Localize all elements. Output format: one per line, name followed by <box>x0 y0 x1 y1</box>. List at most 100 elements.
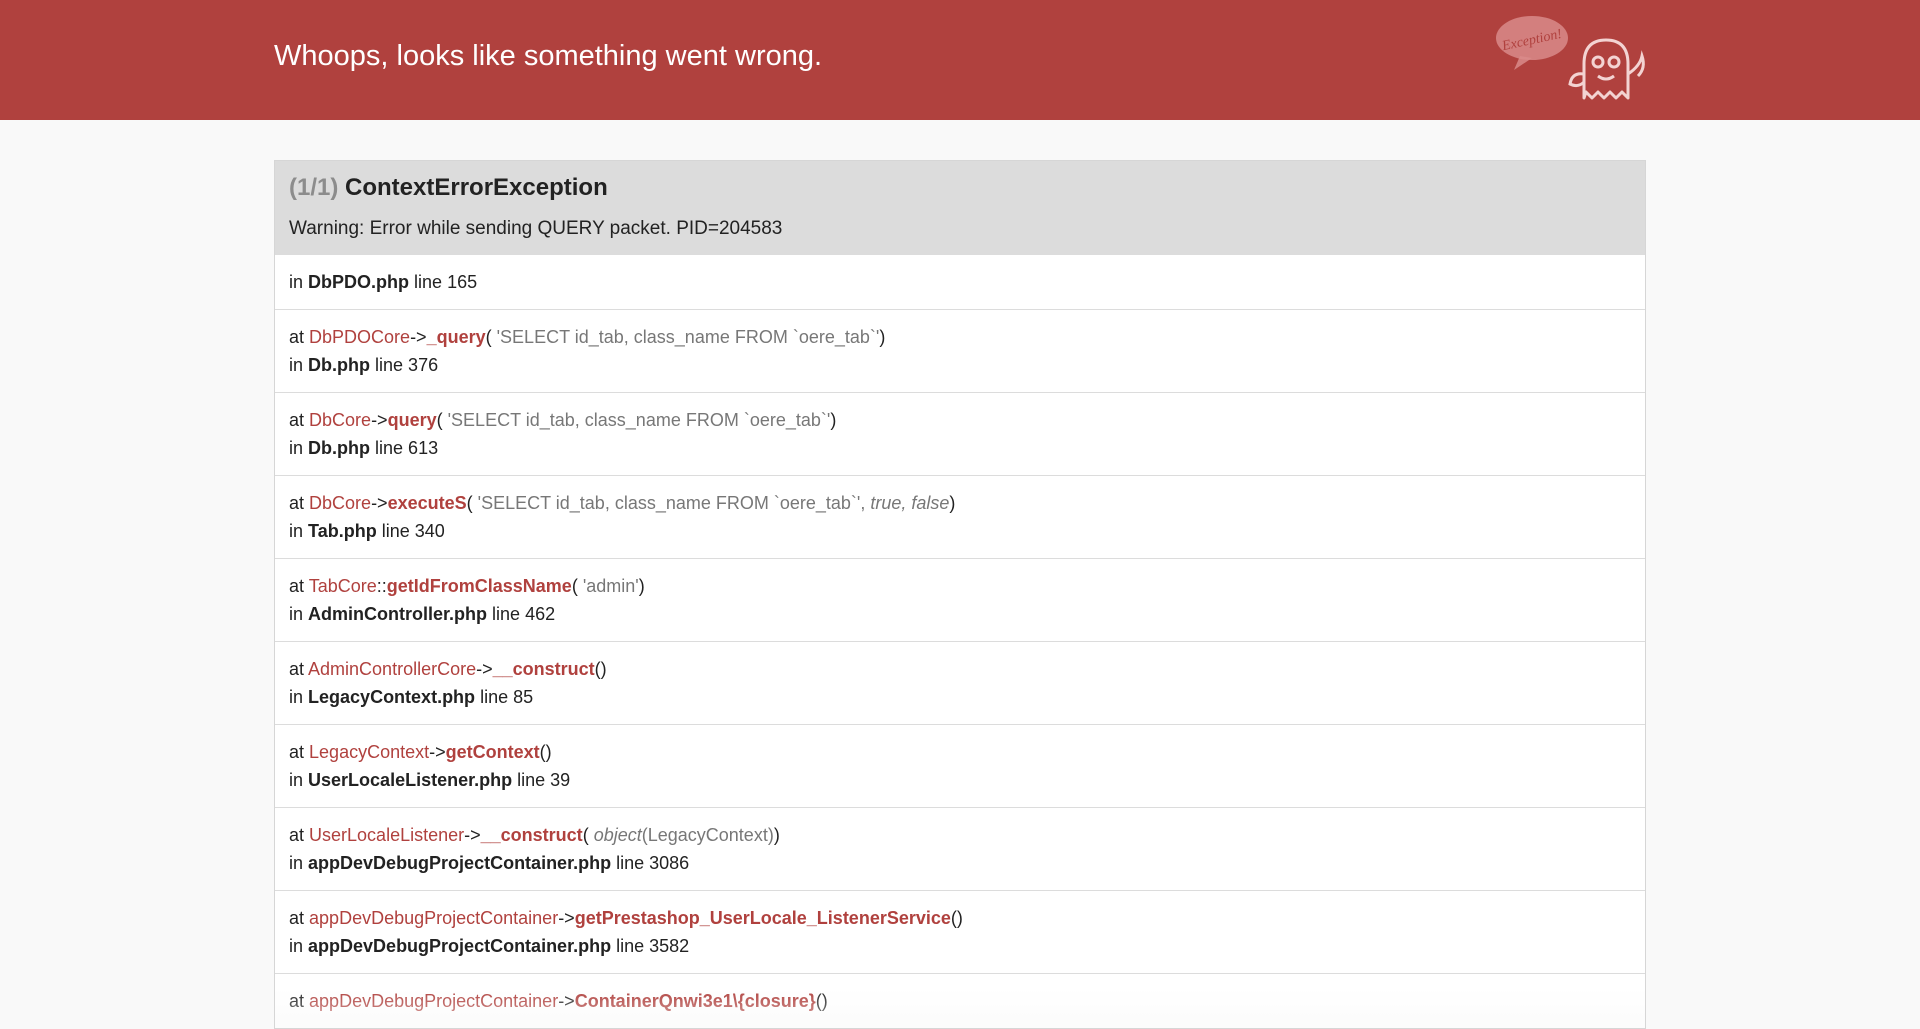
trace-separator: :: <box>376 576 387 596</box>
trace-close-paren: ) <box>956 908 963 928</box>
exception-message: Warning: Error while sending QUERY packe… <box>289 218 783 239</box>
trace-separator: -> <box>464 825 481 845</box>
trace-file: Db.php <box>308 438 371 458</box>
trace-separator: -> <box>558 991 575 1011</box>
at-keyword: at <box>289 991 305 1011</box>
trace-line: line 613 <box>375 438 439 458</box>
trace-method: getContext <box>445 742 540 762</box>
trace-row: at DbCore->executeS( 'SELECT id_tab, cla… <box>275 475 1645 558</box>
trace-args: object(LegacyContext) <box>593 825 774 845</box>
trace-line: line 3086 <box>616 853 690 873</box>
trace-method: ContainerQnwi3e1\{closure} <box>574 991 816 1011</box>
page-title: Whoops, looks like something went wrong. <box>274 40 823 72</box>
trace-line: line 39 <box>517 770 571 790</box>
in-keyword: in <box>289 936 304 956</box>
trace-row: at AdminControllerCore->__construct() in … <box>275 641 1645 724</box>
trace-line: line 376 <box>375 355 439 375</box>
trace-row: at DbCore->query( 'SELECT id_tab, class_… <box>275 392 1645 475</box>
in-keyword: in <box>289 521 304 541</box>
trace-row: at DbPDOCore->_query( 'SELECT id_tab, cl… <box>275 309 1645 392</box>
in-keyword: in <box>289 687 304 707</box>
trace-location: in AdminController.php line 462 <box>289 600 1631 628</box>
in-keyword: in <box>289 604 304 624</box>
trace-class: appDevDebugProjectContainer <box>309 991 559 1011</box>
in-keyword: in <box>289 272 304 292</box>
trace-location: in Tab.php line 340 <box>289 517 1631 545</box>
trace-close-paren: ) <box>545 742 552 762</box>
trace-args: 'SELECT id_tab, class_name FROM `oere_ta… <box>442 410 831 430</box>
trace-method: _query <box>426 327 486 347</box>
trace-call: at AdminControllerCore->__construct() <box>289 655 1631 683</box>
trace-close-paren: ) <box>879 327 886 347</box>
trace-call: at TabCore::getIdFromClassName( 'admin') <box>289 572 1631 600</box>
trace-class: DbPDOCore <box>309 327 411 347</box>
at-keyword: at <box>289 659 305 679</box>
trace-class: appDevDebugProjectContainer <box>309 908 559 928</box>
trace-file: Db.php <box>308 355 371 375</box>
error-header: Whoops, looks like something went wrong.… <box>0 0 1920 120</box>
trace-row: at appDevDebugProjectContainer->Containe… <box>275 973 1645 1028</box>
trace-method: getIdFromClassName <box>386 576 572 596</box>
in-keyword: in <box>289 438 304 458</box>
trace-separator: -> <box>429 742 446 762</box>
trace-separator: -> <box>476 659 493 679</box>
trace-file: UserLocaleListener.php <box>308 770 513 790</box>
trace-class: UserLocaleListener <box>309 825 465 845</box>
trace-class: DbCore <box>309 410 372 430</box>
trace-method: query <box>387 410 437 430</box>
trace-line: line 462 <box>492 604 556 624</box>
exception-panel: (1/1) ContextErrorException Warning: Err… <box>274 160 1646 1029</box>
trace-location: in appDevDebugProjectContainer.php line … <box>289 849 1631 877</box>
trace-close-paren: ) <box>638 576 645 596</box>
trace-args: 'SELECT id_tab, class_name FROM `oere_ta… <box>491 327 880 347</box>
exception-title: (1/1) ContextErrorException <box>289 174 1631 202</box>
trace-separator: -> <box>410 327 427 347</box>
trace-close-paren: ) <box>821 991 828 1011</box>
trace-call: at appDevDebugProjectContainer->Containe… <box>289 987 1631 1015</box>
trace-separator: -> <box>558 908 575 928</box>
trace-line: line 165 <box>414 272 478 292</box>
trace-class: TabCore <box>308 576 377 596</box>
exception-name: ContextErrorException <box>345 174 608 201</box>
trace-row: at appDevDebugProjectContainer->getPrest… <box>275 890 1645 973</box>
at-keyword: at <box>289 576 305 596</box>
trace-call: at DbCore->query( 'SELECT id_tab, class_… <box>289 406 1631 434</box>
at-keyword: at <box>289 742 305 762</box>
trace-row: at UserLocaleListener->__construct( obje… <box>275 807 1645 890</box>
trace-row: at LegacyContext->getContext() in UserLoc… <box>275 724 1645 807</box>
trace-location: in UserLocaleListener.php line 39 <box>289 766 1631 794</box>
trace-location: in Db.php line 613 <box>289 434 1631 462</box>
trace-close-paren: ) <box>830 410 837 430</box>
at-keyword: at <box>289 825 305 845</box>
at-keyword: at <box>289 493 305 513</box>
trace-location: in Db.php line 376 <box>289 351 1631 379</box>
trace-close-paren: ) <box>773 825 780 845</box>
in-keyword: in <box>289 355 304 375</box>
exception-summary: (1/1) ContextErrorException Warning: Err… <box>275 161 1645 254</box>
stack-trace: at DbPDOCore->_query( 'SELECT id_tab, cl… <box>275 309 1645 1028</box>
trace-method: __construct <box>492 659 595 679</box>
at-keyword: at <box>289 908 305 928</box>
trace-line: line 340 <box>381 521 445 541</box>
exception-location: in DbPDO.php line 165 <box>275 254 1645 309</box>
trace-file: appDevDebugProjectContainer.php <box>308 853 612 873</box>
trace-file: DbPDO.php <box>308 272 410 292</box>
in-keyword: in <box>289 770 304 790</box>
trace-args: 'SELECT id_tab, class_name FROM `oere_ta… <box>472 493 950 513</box>
trace-class: AdminControllerCore <box>308 659 477 679</box>
exception-ghost-logo: Exception! <box>1496 16 1645 100</box>
trace-call: at LegacyContext->getContext() <box>289 738 1631 766</box>
trace-args: 'admin' <box>577 576 639 596</box>
trace-call: at appDevDebugProjectContainer->getPrest… <box>289 904 1631 932</box>
at-keyword: at <box>289 410 305 430</box>
trace-location: in appDevDebugProjectContainer.php line … <box>289 932 1631 960</box>
trace-close-paren: ) <box>949 493 956 513</box>
trace-file: LegacyContext.php <box>308 687 476 707</box>
trace-call: at UserLocaleListener->__construct( obje… <box>289 821 1631 849</box>
trace-method: getPrestashop_UserLocale_ListenerService <box>574 908 951 928</box>
trace-row: at TabCore::getIdFromClassName( 'admin')… <box>275 558 1645 641</box>
trace-location: in LegacyContext.php line 85 <box>289 683 1631 711</box>
trace-close-paren: ) <box>600 659 607 679</box>
exception-count: (1/1) <box>289 174 339 201</box>
trace-separator: -> <box>371 493 388 513</box>
